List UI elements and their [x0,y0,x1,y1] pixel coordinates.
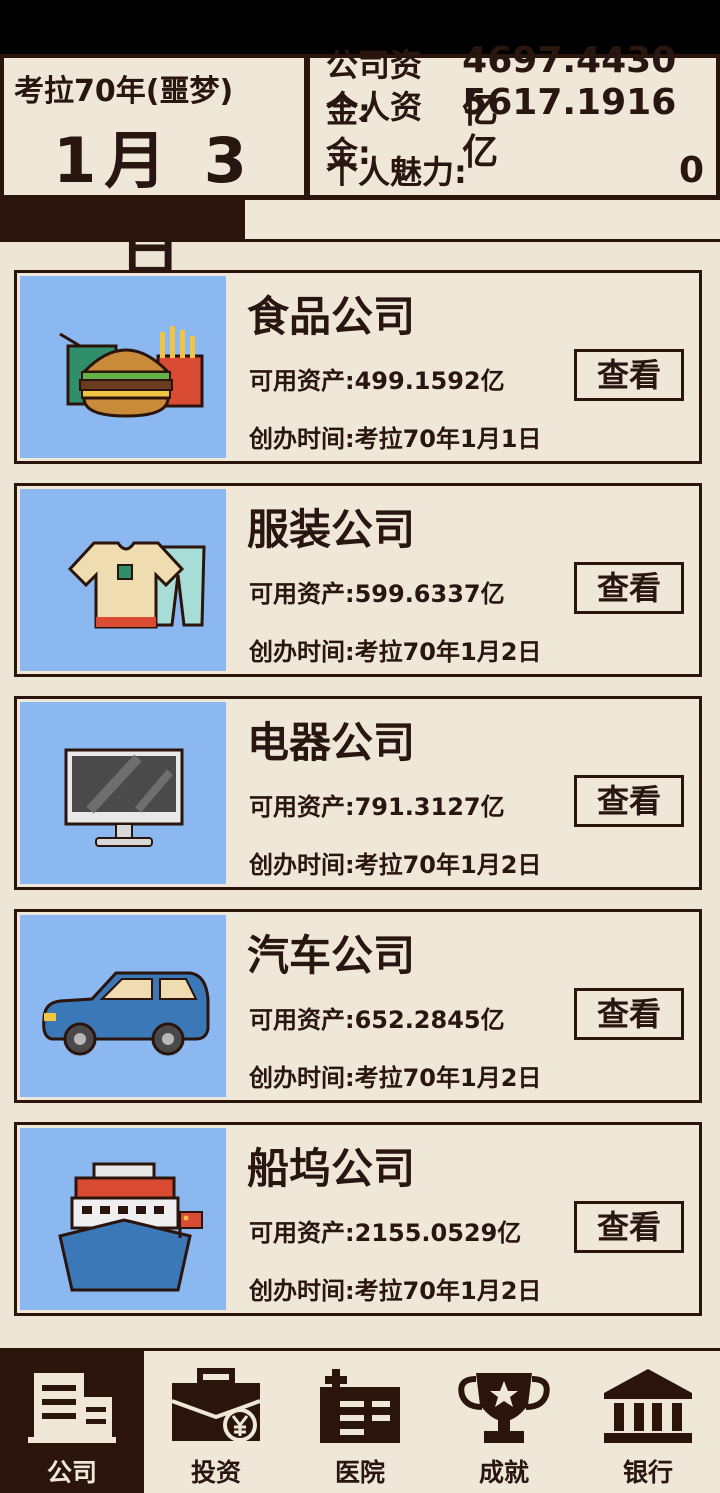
briefcase-yen-icon [171,1368,261,1442]
day-progress-fill [0,200,245,239]
personal-funds-row: 个人资金: 5617.1916亿 [326,82,704,173]
tab-label: 成就 [478,1458,529,1487]
company-card-electronics: 电器公司 可用资产:791.3127亿 创办时间:考拉70年1月2日 查看 [14,696,702,890]
food-icon [59,326,204,418]
company-founded-date: 创办时间:考拉70年1月2日 [249,638,542,666]
tab-label: 投资 [190,1458,241,1487]
tab-label: 公司 [46,1458,97,1487]
company-image-panel [20,1128,226,1310]
company-image-panel [20,702,226,884]
tab-achievements[interactable]: 成就 [432,1351,576,1493]
company-assets: 可用资产:652.2845亿 [249,1006,505,1034]
company-name: 电器公司 [247,718,416,767]
date-box: 考拉70年(噩梦) 1月 3 日 [4,58,304,287]
company-card-car: 汽车公司 可用资产:652.2845亿 创办时间:考拉70年1月2日 查看 [14,909,702,1103]
company-name: 汽车公司 [247,931,416,980]
tab-bank[interactable]: 银行 [576,1351,720,1493]
bank-icon [604,1369,692,1443]
company-image-panel [20,276,226,458]
view-button[interactable]: 查看 [574,988,684,1040]
company-building-icon [28,1373,116,1443]
funds-box: 公司资金: 4697.4430亿 个人资金: 5617.1916亿 个人魅力: … [310,40,716,195]
trophy-icon [458,1373,550,1443]
view-button[interactable]: 查看 [574,562,684,614]
era-label: 考拉70年(噩梦) [14,74,234,109]
company-assets: 可用资产:2155.0529亿 [249,1219,522,1247]
view-button[interactable]: 查看 [574,775,684,827]
company-name: 船坞公司 [247,1144,416,1193]
header-panel: 考拉70年(噩梦) 1月 3 日 公司资金: 4697.4430亿 个人资金: … [0,40,720,287]
tab-hospital[interactable]: 医院 [288,1351,432,1493]
company-image-panel [20,915,226,1097]
company-founded-date: 创办时间:考拉70年1月2日 [249,1277,542,1305]
charm-value: 0 [678,149,704,191]
company-card-food: 食品公司 可用资产:499.1592亿 创办时间:考拉70年1月1日 查看 [14,270,702,464]
company-founded-date: 创办时间:考拉70年1月1日 [249,425,542,453]
hospital-icon [320,1369,400,1443]
company-founded-date: 创办时间:考拉70年1月2日 [249,851,542,879]
tab-invest[interactable]: 投资 [144,1351,288,1493]
tab-label: 银行 [622,1458,673,1487]
tab-label: 医院 [334,1458,385,1487]
charm-row: 个人魅力: 0 [326,149,704,192]
view-button[interactable]: 查看 [574,1201,684,1253]
company-assets: 可用资产:499.1592亿 [249,367,505,395]
company-founded-date: 创办时间:考拉70年1月2日 [249,1064,542,1092]
company-image-panel [20,489,226,671]
tab-company[interactable]: 公司 [0,1351,144,1493]
view-button[interactable]: 查看 [574,349,684,401]
clothing-icon [67,541,206,629]
company-card-shipyard: 船坞公司 可用资产:2155.0529亿 创办时间:考拉70年1月2日 查看 [14,1122,702,1316]
company-name: 食品公司 [247,292,416,341]
charm-label: 个人魅力: [326,153,467,191]
monitor-icon [64,748,184,847]
car-icon [42,971,210,1056]
company-assets: 可用资产:599.6337亿 [249,580,505,608]
company-card-clothing: 服装公司 可用资产:599.6337亿 创办时间:考拉70年1月2日 查看 [14,483,702,677]
day-progress-bar [0,200,720,242]
bottom-tab-bar: 公司 投资 医院 成就 银行 [0,1348,720,1493]
company-assets: 可用资产:791.3127亿 [249,793,505,821]
company-name: 服装公司 [247,505,416,554]
ship-icon [58,1162,203,1292]
